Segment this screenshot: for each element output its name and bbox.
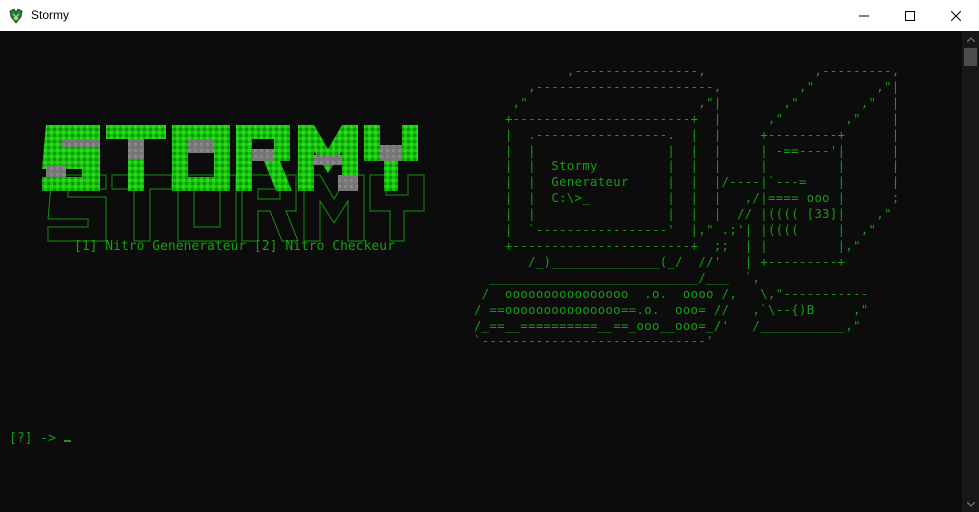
minimize-icon	[859, 15, 869, 16]
scroll-up-button[interactable]	[962, 31, 979, 47]
command-prompt[interactable]: [?] ->	[9, 431, 71, 446]
stormy-ascii-logo	[42, 125, 425, 242]
computer-ascii-art: ,----------------, ,---------, ,--------…	[474, 64, 900, 349]
maximize-icon	[905, 10, 915, 21]
chevron-up-icon	[966, 36, 975, 42]
minimize-button[interactable]	[841, 0, 887, 31]
text-cursor	[63, 440, 71, 442]
chevron-down-icon	[966, 501, 975, 507]
title-bar: Stormy	[0, 0, 979, 32]
vertical-scrollbar[interactable]	[962, 31, 979, 512]
scroll-down-button[interactable]	[962, 496, 979, 512]
prompt-text: [?] ->	[9, 431, 64, 446]
close-icon	[951, 10, 961, 21]
close-button[interactable]	[933, 0, 979, 31]
console-output[interactable]: [1] Nitro Genenerateur [2] Nitro Checkeu…	[0, 31, 962, 512]
scroll-thumb[interactable]	[964, 48, 977, 66]
maximize-button[interactable]	[887, 0, 933, 31]
menu-options-text: [1] Nitro Genenerateur [2] Nitro Checkeu…	[74, 239, 395, 254]
window-title: Stormy	[31, 8, 70, 22]
stormy-app-icon[interactable]	[8, 8, 24, 24]
